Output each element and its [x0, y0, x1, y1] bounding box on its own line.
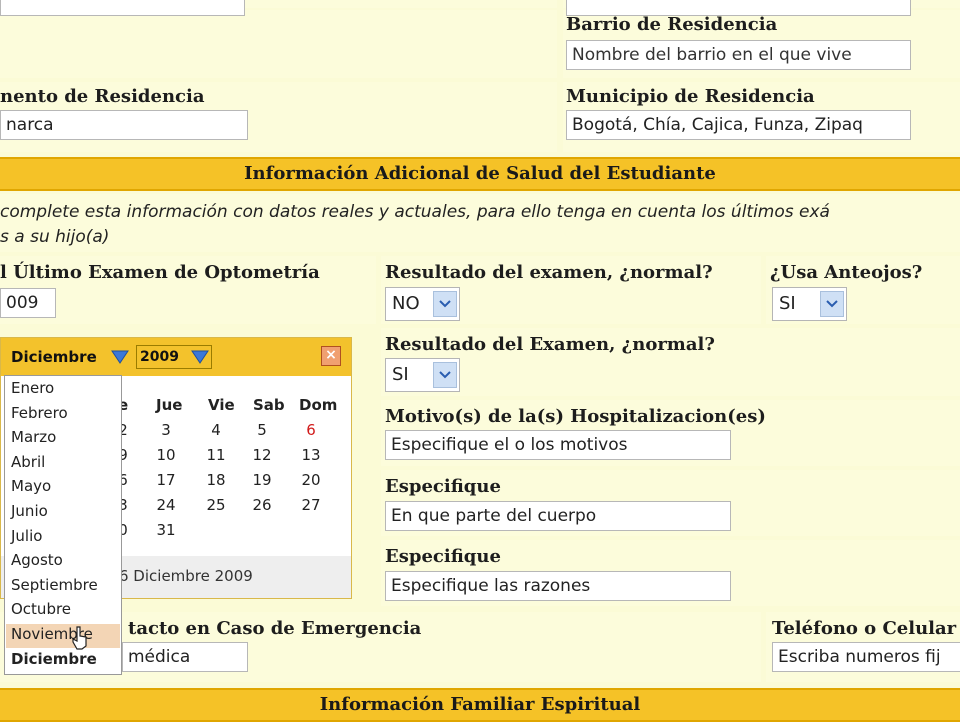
municipio-label: Municipio de Residencia: [566, 86, 815, 107]
month-dropdown-list[interactable]: Enero Febrero Marzo Abril Mayo Junio Julio Agos…: [4, 375, 122, 675]
calendar-day[interactable]: 18: [201, 471, 231, 489]
calendar-day[interactable]: 26: [247, 496, 277, 514]
triangle-down-icon: [191, 350, 209, 364]
month-select-value: Diciembre: [11, 348, 97, 366]
calendar-day[interactable]: 19: [247, 471, 277, 489]
section-header-salud: Información Adicional de Salud del Estud…: [0, 157, 960, 191]
motivos-label: Motivo(s) de la(s) Hospitalizacion(es): [385, 406, 766, 427]
calendar-day[interactable]: 24: [151, 496, 181, 514]
month-option[interactable]: Marzo: [11, 428, 56, 446]
municipio-input[interactable]: Bogotá, Chía, Cajica, Funza, Zipaq: [566, 110, 911, 140]
day-of-week-label: Dom: [299, 396, 338, 414]
resultado2-select[interactable]: SI: [385, 358, 460, 392]
calendar-day[interactable]: 3: [151, 421, 181, 439]
month-option[interactable]: Febrero: [11, 404, 68, 422]
month-option[interactable]: Agosto: [11, 551, 63, 569]
motivos-input[interactable]: Especifique el o los motivos: [385, 430, 731, 460]
month-option[interactable]: Enero: [11, 379, 54, 397]
month-option[interactable]: Junio: [11, 502, 48, 520]
month-option[interactable]: Mayo: [11, 477, 51, 495]
calendar-day[interactable]: 10: [151, 446, 181, 464]
especifique2-input[interactable]: Especifique las razones: [385, 571, 731, 601]
day-of-week-label: Vie: [208, 396, 235, 414]
anteojos-select-value: SI: [779, 293, 796, 314]
salud-note-line1: complete esta información con datos real…: [0, 202, 830, 222]
month-option[interactable]: Diciembre: [11, 650, 97, 668]
calendar-day[interactable]: 12: [247, 446, 277, 464]
calendar-day[interactable]: 25: [201, 496, 231, 514]
departamento-label: nento de Residencia: [0, 86, 205, 107]
anteojos-label: ¿Usa Anteojos?: [770, 262, 923, 283]
calendar-day[interactable]: 11: [201, 446, 231, 464]
triangle-down-icon: [111, 350, 129, 364]
calendar-day[interactable]: 31: [151, 521, 181, 539]
calendar-day[interactable]: 4: [201, 421, 231, 439]
anteojos-select[interactable]: SI: [772, 287, 847, 321]
resultado-select-value: NO: [392, 293, 420, 314]
chevron-down-icon[interactable]: [433, 362, 457, 388]
day-of-week-label: Sab: [253, 396, 285, 414]
chevron-down-icon[interactable]: [820, 291, 844, 317]
month-option[interactable]: Octubre: [11, 600, 71, 618]
resultado-select[interactable]: NO: [385, 287, 460, 321]
calendar-day[interactable]: 20: [296, 471, 326, 489]
departamento-input[interactable]: narca: [0, 110, 248, 140]
day-of-week-label: Jue: [156, 396, 183, 414]
year-select-value: 2009: [140, 349, 179, 365]
chevron-down-icon[interactable]: [433, 291, 457, 317]
month-option[interactable]: Abril: [11, 453, 45, 471]
calendar-day[interactable]: 6: [296, 421, 326, 439]
year-select[interactable]: 2009: [136, 345, 212, 369]
optometria-date-input[interactable]: 009: [0, 288, 56, 318]
cursor-hand-icon: [72, 626, 87, 650]
calendar-day[interactable]: 27: [296, 496, 326, 514]
especifique2-label: Especifique: [385, 546, 501, 567]
telefono-input[interactable]: Escriba numeros fij: [772, 642, 960, 672]
barrio-input[interactable]: Nombre del barrio en el que vive: [566, 40, 911, 70]
contacto-input[interactable]: médica: [122, 642, 248, 672]
section-header-familiar: Información Familiar Espiritual: [0, 688, 960, 722]
resultado-label: Resultado del examen, ¿normal?: [385, 262, 713, 283]
especifique1-input[interactable]: En que parte del cuerpo: [385, 501, 731, 531]
salud-note-line2: s a su hijo(a): [0, 227, 110, 247]
month-option[interactable]: Julio: [11, 527, 42, 545]
telefono-label: Teléfono o Celular: [772, 618, 957, 639]
especifique1-label: Especifique: [385, 476, 501, 497]
resultado2-label: Resultado del Examen, ¿normal?: [385, 334, 715, 355]
calendar-day[interactable]: 13: [296, 446, 326, 464]
calendar-day[interactable]: 17: [151, 471, 181, 489]
resultado2-select-value: SI: [392, 364, 409, 385]
optometria-label: l Último Examen de Optometría: [0, 262, 320, 283]
barrio-label: Barrio de Residencia: [566, 14, 778, 35]
cell-empty-left: [0, 10, 557, 78]
today-label[interactable]: 6 Diciembre 2009: [119, 567, 253, 585]
month-select[interactable]: Diciembre: [7, 345, 133, 369]
top-left-field[interactable]: [0, 0, 245, 16]
close-icon[interactable]: ×: [321, 346, 341, 366]
month-option[interactable]: Septiembre: [11, 576, 98, 594]
calendar-day[interactable]: 5: [247, 421, 277, 439]
contacto-label: tacto en Caso de Emergencia: [128, 618, 422, 639]
